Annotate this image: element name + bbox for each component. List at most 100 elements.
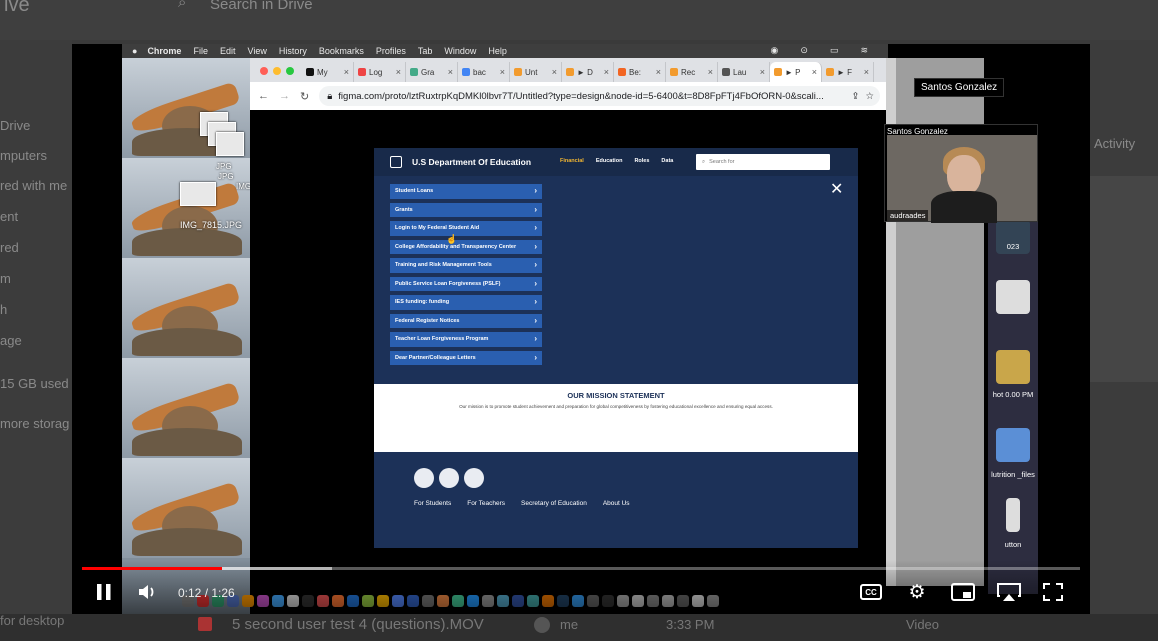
extension-icon[interactable]: ◉ — [771, 45, 779, 56]
browser-tab[interactable]: bac × — [458, 62, 510, 82]
browser-tab[interactable]: Unt × — [510, 62, 562, 82]
drive-file-row[interactable]: for desktop 5 second user test 4 (questi… — [0, 613, 1158, 641]
volume-button[interactable] — [136, 582, 160, 602]
settings-gear-icon[interactable]: ⚙ — [906, 582, 928, 603]
desktop-file-stack[interactable]: JPG JPG IMG IMG_7815.JPG — [180, 112, 251, 230]
menu-tab[interactable]: Tab — [418, 46, 433, 56]
social-circle-icon[interactable] — [414, 468, 434, 488]
education-logo-icon[interactable] — [390, 156, 402, 168]
drive-desktop-link[interactable]: for desktop — [0, 613, 64, 628]
sidebar-item-starred[interactable]: red — [0, 240, 19, 255]
tab-close-icon[interactable]: × — [448, 67, 453, 77]
browser-tab[interactable]: ► P × — [770, 62, 822, 82]
footer-link-students[interactable]: For Students — [414, 500, 451, 507]
menu-edit[interactable]: Edit — [220, 46, 236, 56]
site-search-input[interactable]: ⌕ Search for — [696, 154, 830, 170]
sidebar-item-spam[interactable]: m — [0, 271, 11, 286]
activity-tab[interactable]: Activity — [1094, 136, 1135, 151]
zoom-window-icon[interactable] — [286, 67, 294, 75]
nav-data[interactable]: Data — [661, 158, 673, 164]
menu-item[interactable]: Federal Register Notices › — [390, 313, 542, 328]
tab-close-icon[interactable]: × — [604, 67, 609, 77]
menu-item[interactable]: IES funding: funding › — [390, 295, 542, 310]
menu-chrome[interactable]: Chrome — [147, 46, 181, 56]
menu-view[interactable]: View — [247, 46, 266, 56]
url-input[interactable]: 🔒︎ figma.com/proto/lztRuxtrpKqDMKl0lbvr7… — [319, 86, 880, 106]
file-icon[interactable] — [996, 280, 1030, 314]
forward-icon[interactable]: → — [279, 90, 290, 102]
site-title[interactable]: U.S Department Of Education — [412, 157, 531, 167]
tab-close-icon[interactable]: × — [344, 67, 349, 77]
reload-icon[interactable]: ↻ — [300, 90, 309, 103]
menu-item[interactable]: Student Loans › — [390, 184, 542, 199]
tab-close-icon[interactable]: × — [708, 67, 713, 77]
tab-close-icon[interactable]: × — [500, 67, 505, 77]
menu-profiles[interactable]: Profiles — [376, 46, 406, 56]
menu-item[interactable]: College Affordability and Transparency C… — [390, 239, 542, 254]
social-circle-icon[interactable] — [439, 468, 459, 488]
file-icon[interactable] — [1006, 498, 1020, 532]
airplay-button[interactable] — [996, 582, 1022, 602]
record-icon[interactable]: ⊙ — [800, 45, 808, 56]
menu-item[interactable]: Login to My Federal Student Aid › — [390, 221, 542, 236]
tab-close-icon[interactable]: × — [812, 67, 817, 77]
footer-link-secretary[interactable]: Secretary of Education — [521, 500, 587, 507]
tab-close-icon[interactable]: × — [552, 67, 557, 77]
browser-tab[interactable]: ► D × — [562, 62, 614, 82]
nav-education[interactable]: Education — [596, 158, 623, 164]
bookmark-star-icon[interactable]: ☆ — [865, 91, 874, 102]
menu-history[interactable]: History — [279, 46, 307, 56]
tab-close-icon[interactable]: × — [396, 67, 401, 77]
image-file-icon[interactable] — [180, 182, 216, 206]
get-more-storage-button[interactable]: more storag — [0, 416, 69, 431]
menu-item[interactable]: Public Service Loan Forgiveness (PSLF) › — [390, 276, 542, 291]
file-name[interactable]: 5 second user test 4 (questions).MOV — [232, 616, 484, 633]
captions-button[interactable]: CC — [860, 584, 882, 600]
progress-bar[interactable] — [82, 567, 1080, 570]
menu-file[interactable]: File — [193, 46, 208, 56]
browser-tab[interactable]: My × — [302, 62, 354, 82]
menu-item[interactable]: Training and Risk Management Tools › — [390, 258, 542, 273]
close-icon[interactable]: ✕ — [830, 182, 843, 198]
menu-item[interactable]: Grants › — [390, 202, 542, 217]
nav-roles[interactable]: Roles — [634, 158, 649, 164]
participant-video-tile[interactable]: Santos Gonzalez audraades — [884, 124, 1038, 223]
sidebar-item-computers[interactable]: mputers — [0, 148, 47, 163]
sidebar-item-storage[interactable]: age — [0, 333, 22, 348]
nav-financial[interactable]: Financial — [560, 158, 584, 164]
wifi-icon[interactable]: ≋ — [860, 45, 868, 56]
menu-item[interactable]: Teacher Loan Forgiveness Program › — [390, 332, 542, 347]
menu-help[interactable]: Help — [488, 46, 507, 56]
pause-button[interactable] — [92, 582, 116, 602]
apple-icon[interactable]: ● — [132, 46, 137, 56]
close-window-icon[interactable] — [260, 67, 268, 75]
battery-icon[interactable]: ▭ — [830, 45, 839, 56]
share-icon[interactable]: ⇪ — [852, 91, 860, 102]
sidebar-item-drive[interactable]: Drive — [0, 118, 30, 133]
menu-window[interactable]: Window — [444, 46, 476, 56]
fullscreen-button[interactable] — [1042, 582, 1064, 602]
social-circle-icon[interactable] — [464, 468, 484, 488]
minimize-window-icon[interactable] — [273, 67, 281, 75]
browser-tab[interactable]: Rec × — [666, 62, 718, 82]
browser-tab[interactable]: Lau × — [718, 62, 770, 82]
footer-link-about[interactable]: About Us — [603, 500, 630, 507]
image-icon[interactable] — [996, 350, 1030, 384]
browser-tab[interactable]: Log × — [354, 62, 406, 82]
footer-link-teachers[interactable]: For Teachers — [467, 500, 505, 507]
menu-item[interactable]: Dear Partner/Colleague Letters › — [390, 350, 542, 365]
browser-tab[interactable]: Gra × — [406, 62, 458, 82]
browser-tab[interactable]: ► F × — [822, 62, 874, 82]
tab-close-icon[interactable]: × — [656, 67, 661, 77]
image-file-icon[interactable] — [216, 132, 244, 156]
video-player[interactable]: JPG JPG IMG IMG_7815.JPG ● Chrome File E… — [72, 44, 1090, 614]
back-icon[interactable]: ← — [258, 90, 269, 102]
miniplayer-button[interactable] — [950, 582, 976, 602]
tab-close-icon[interactable]: × — [864, 67, 869, 77]
browser-tab[interactable]: Be: × — [614, 62, 666, 82]
folder-icon[interactable] — [996, 428, 1030, 462]
tab-close-icon[interactable]: × — [760, 67, 765, 77]
drive-search-input[interactable]: Search in Drive — [210, 0, 313, 13]
sidebar-item-recent[interactable]: ent — [0, 209, 18, 224]
sidebar-item-trash[interactable]: h — [0, 302, 7, 317]
